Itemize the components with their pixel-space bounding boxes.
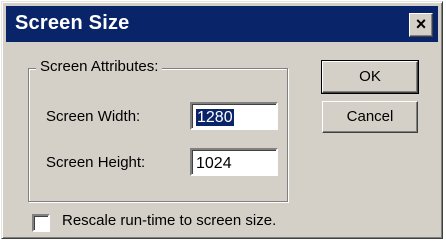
screen-size-dialog: Screen Size × Screen Attributes: Screen … [1,1,443,239]
rescale-checkbox[interactable] [32,214,50,232]
screen-width-value: 1280 [196,109,234,126]
ok-button[interactable]: OK [321,60,419,94]
screen-attributes-group [28,68,288,202]
close-icon: × [415,14,427,34]
screen-height-label: Screen Height: [46,154,146,171]
title-bar[interactable]: Screen Size × [6,6,438,42]
close-button[interactable]: × [409,13,433,37]
group-label: Screen Attributes: [36,58,163,75]
screen-width-field[interactable]: 1280 [190,102,278,130]
screen-height-field[interactable]: 1024 [190,148,278,176]
dialog-title: Screen Size [15,12,130,34]
screen-height-value: 1024 [196,155,232,172]
cancel-button[interactable]: Cancel [322,101,418,133]
screen-width-label: Screen Width: [46,108,141,125]
rescale-checkbox-label[interactable]: Rescale run-time to screen size. [62,212,276,229]
